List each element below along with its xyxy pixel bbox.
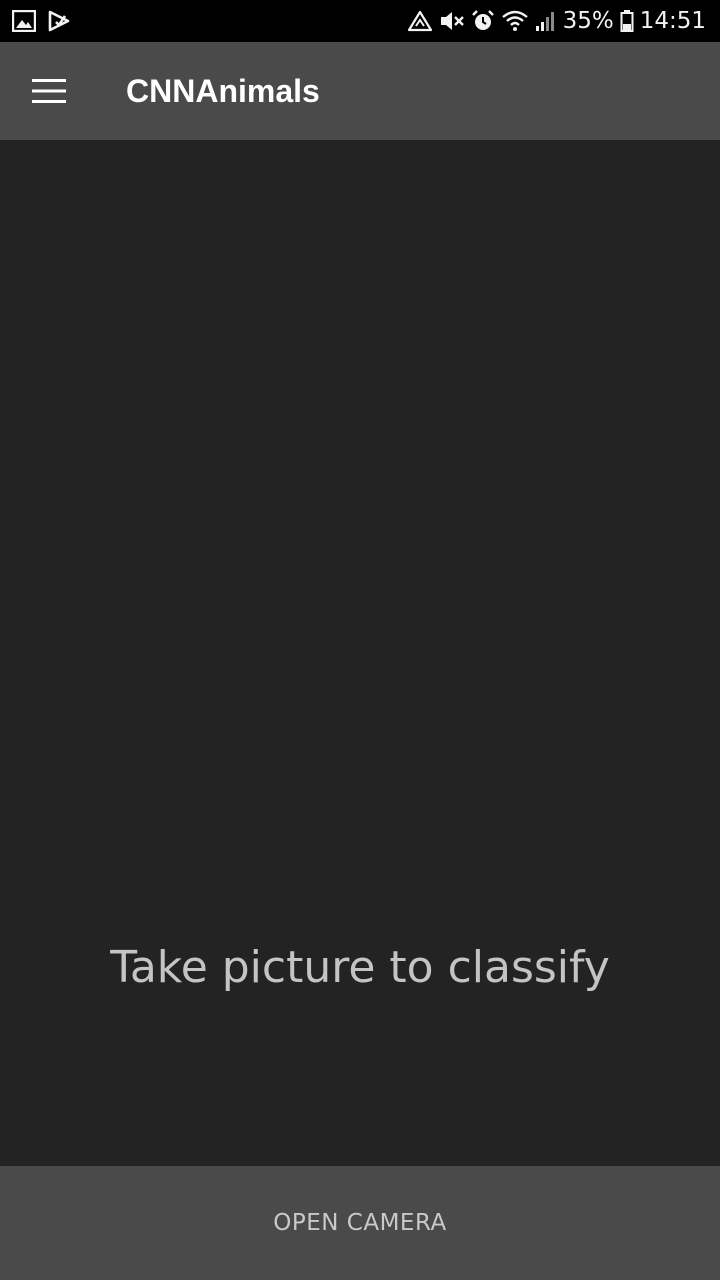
open-camera-label: OPEN CAMERA (273, 1210, 447, 1236)
battery-icon (620, 9, 634, 33)
signal-icon (535, 9, 557, 33)
alarm-icon (471, 9, 495, 33)
mute-icon (439, 9, 465, 33)
hamburger-menu-button[interactable] (0, 42, 98, 140)
battery-percent: 35% (562, 8, 614, 34)
open-camera-button[interactable]: OPEN CAMERA (0, 1166, 720, 1280)
gallery-icon (12, 10, 36, 32)
classification-result-text: Take picture to classify (110, 942, 610, 993)
app-bar: CNNAnimals (0, 42, 720, 140)
app-title: CNNAnimals (126, 72, 320, 109)
status-right-icons: 35% 14:51 (401, 8, 706, 34)
data-saver-icon (407, 9, 433, 33)
wifi-icon (501, 9, 529, 33)
main-content: Take picture to classify (0, 140, 720, 1166)
play-store-icon (48, 10, 70, 32)
status-left-icons (12, 10, 82, 32)
clock: 14:51 (639, 8, 706, 34)
status-bar: 35% 14:51 (0, 0, 720, 42)
app-screen: 35% 14:51 CNNAnimals Take picture to cla… (0, 0, 720, 1280)
hamburger-menu-icon (32, 78, 66, 104)
